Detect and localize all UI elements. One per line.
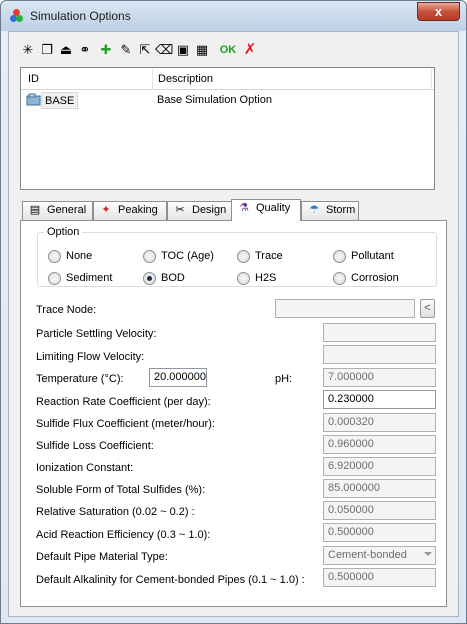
chevron-down-icon[interactable] xyxy=(424,552,432,556)
tab-storm[interactable]: ☂ Storm xyxy=(301,201,359,220)
radio-button[interactable] xyxy=(333,250,346,263)
cancel-button[interactable]: ✗ xyxy=(241,41,259,59)
reaction-rate-coefficient-label: Reaction Rate Coefficient (per day): xyxy=(36,396,211,408)
sulfide-flux-coefficient-label: Sulfide Flux Coefficient (meter/hour): xyxy=(36,418,215,430)
ph-field[interactable]: 7.000000 xyxy=(323,368,436,387)
list-item-id: BASE xyxy=(41,92,79,109)
list-item-description: Base Simulation Option xyxy=(157,94,272,106)
column-divider[interactable] xyxy=(431,68,432,90)
soluble-form-label: Soluble Form of Total Sulfides (%): xyxy=(36,484,206,496)
peaking-icon: ✦ xyxy=(101,204,111,216)
export-icon[interactable]: ⇱ xyxy=(136,41,154,59)
add-icon[interactable]: ✚ xyxy=(97,41,115,59)
radio-button[interactable] xyxy=(48,250,61,263)
acid-reaction-efficiency-field[interactable]: 0.500000 xyxy=(323,523,436,542)
title-bar[interactable]: Simulation Options x xyxy=(1,1,466,31)
dialog-client: ✳ ❐ ⏏ ⚭ ✚ ✎ ⇱ ⌫ ▣ ▦ OK ✗ ID Description xyxy=(8,31,459,617)
quality-tab-panel: Option None TOC (Age) Trace Pollutant Se… xyxy=(20,220,447,607)
tab-design[interactable]: ✂ Design xyxy=(167,201,232,220)
particle-settling-velocity-label: Particle Settling Velocity: xyxy=(36,328,157,340)
import-icon[interactable]: ⏏ xyxy=(57,41,75,59)
relative-saturation-label: Relative Saturation (0.02 ~ 0.2) : xyxy=(36,506,195,518)
default-pipe-material-select[interactable]: Cement-bonded xyxy=(323,546,436,565)
radio-button[interactable] xyxy=(333,272,346,285)
default-alkalinity-field[interactable]: 0.500000 xyxy=(323,568,436,587)
temperature-label: Temperature (°C): xyxy=(36,373,124,385)
trace-node-field[interactable] xyxy=(275,299,415,318)
ph-label: pH: xyxy=(275,373,293,385)
trace-node-label: Trace Node: xyxy=(36,304,97,316)
temperature-field[interactable]: 20.000000 xyxy=(149,368,207,387)
acid-reaction-efficiency-label: Acid Reaction Efficiency (0.3 ~ 1.0): xyxy=(36,529,211,541)
window-title: Simulation Options xyxy=(30,9,131,23)
simulation-list[interactable]: ID Description BASE Base Simulation Opti… xyxy=(20,67,435,190)
ionization-constant-label: Ionization Constant: xyxy=(36,462,134,474)
trace-node-pick-button[interactable]: < xyxy=(420,299,435,318)
column-header-description[interactable]: Description xyxy=(158,73,213,85)
column-divider[interactable] xyxy=(152,68,153,90)
quality-icon: ⚗ xyxy=(239,202,249,214)
radio-button[interactable] xyxy=(48,272,61,285)
link-icon[interactable]: ⚭ xyxy=(76,41,94,59)
erase-icon[interactable]: ⌫ xyxy=(155,41,173,59)
column-header-id[interactable]: ID xyxy=(28,73,39,85)
edit-icon[interactable]: ✎ xyxy=(117,41,135,59)
general-icon: ▤ xyxy=(29,204,41,216)
limiting-flow-velocity-label: Limiting Flow Velocity: xyxy=(36,351,145,363)
reaction-rate-coefficient-field[interactable]: 0.230000 xyxy=(323,390,436,409)
sulfide-loss-coefficient-label: Sulfide Loss Coefficient: xyxy=(36,440,154,452)
sulfide-flux-coefficient-field[interactable]: 0.000320 xyxy=(323,413,436,432)
default-alkalinity-label: Default Alkalinity for Cement-bonded Pip… xyxy=(36,574,305,586)
option-groupbox: Option None TOC (Age) Trace Pollutant Se… xyxy=(37,226,437,287)
radio-button[interactable] xyxy=(143,250,156,263)
scenario-icon xyxy=(26,93,41,106)
copy-icon[interactable]: ❐ xyxy=(38,41,56,59)
limiting-flow-velocity-field[interactable] xyxy=(323,345,436,364)
option-group-title: Option xyxy=(44,226,83,238)
save-icon[interactable]: ▣ xyxy=(174,41,192,59)
tab-peaking[interactable]: ✦ Peaking xyxy=(93,201,167,220)
list-item[interactable]: BASE Base Simulation Option xyxy=(21,92,434,110)
tab-general[interactable]: ▤ General xyxy=(22,201,93,220)
default-pipe-material-label: Default Pipe Material Type: xyxy=(36,551,168,563)
radio-button-selected[interactable] xyxy=(143,272,156,285)
new-icon[interactable]: ✳ xyxy=(19,41,37,59)
soluble-form-field[interactable]: 85.000000 xyxy=(323,479,436,498)
sulfide-loss-coefficient-field[interactable]: 0.960000 xyxy=(323,435,436,454)
storm-icon: ☂ xyxy=(309,204,319,216)
ok-button[interactable]: OK xyxy=(216,41,240,59)
relative-saturation-field[interactable]: 0.050000 xyxy=(323,501,436,520)
save-all-icon[interactable]: ▦ xyxy=(193,41,211,59)
radio-button[interactable] xyxy=(237,272,250,285)
list-header: ID Description xyxy=(21,68,434,90)
radio-button[interactable] xyxy=(237,250,250,263)
ionization-constant-field[interactable]: 6.920000 xyxy=(323,457,436,476)
app-icon xyxy=(10,9,24,23)
particle-settling-velocity-field[interactable] xyxy=(323,323,436,342)
design-icon: ✂ xyxy=(175,204,185,216)
close-button[interactable]: x xyxy=(417,2,460,21)
tab-quality[interactable]: ⚗ Quality xyxy=(231,199,301,221)
simulation-options-window: Simulation Options x ✳ ❐ ⏏ ⚭ ✚ ✎ ⇱ ⌫ ▣ ▦… xyxy=(0,0,467,624)
